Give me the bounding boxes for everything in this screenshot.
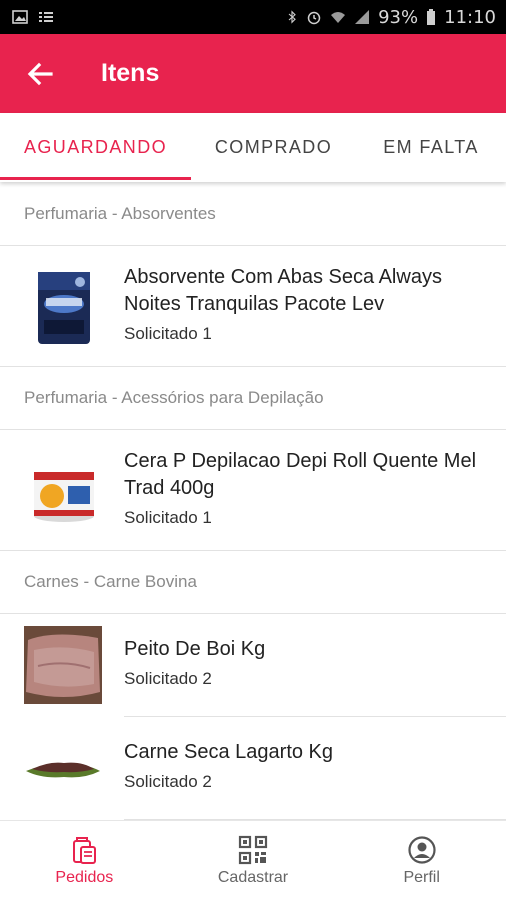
section-header: Carnes - Carne Bovina	[0, 550, 506, 614]
app-bar: Itens	[0, 34, 506, 113]
nav-label: Cadastrar	[217, 869, 289, 886]
item-quantity: Solicitado 2	[124, 669, 212, 688]
item-info: Peito De Boi Kg Solicitado 2	[124, 636, 486, 689]
product-image-peito-de-boi	[24, 626, 102, 704]
back-button[interactable]	[0, 34, 80, 113]
item-name: Cera P Depilacao Depi Roll Quente Mel Tr…	[124, 450, 477, 499]
nav-perfil[interactable]: Perfil	[337, 821, 506, 901]
tab-indicator	[0, 177, 191, 180]
item-info: Cera P Depilacao Depi Roll Quente Mel Tr…	[124, 448, 486, 528]
status-bar: 93% 11:10	[0, 0, 506, 34]
item-info: Carne Seca Lagarto Kg Solicitado 2	[124, 739, 486, 792]
product-image-cera	[34, 472, 94, 522]
battery-percent: 93%	[378, 6, 419, 28]
orders-icon	[73, 837, 97, 864]
qr-code-icon	[238, 835, 268, 865]
item-quantity: Solicitado 2	[124, 772, 212, 791]
signal-icon	[355, 10, 370, 24]
bottom-navigation: Pedidos Cadastrar Perfil	[0, 820, 506, 901]
image-notification-icon	[12, 10, 28, 24]
section-header: Perfumaria - Absorventes	[0, 182, 506, 246]
item-name: Carne Seca Lagarto Kg	[124, 741, 334, 763]
list-notification-icon	[39, 12, 53, 22]
nav-pedidos[interactable]: Pedidos	[0, 821, 169, 901]
product-image-absorvente	[38, 272, 90, 344]
arrow-back-icon	[27, 62, 53, 85]
tab-aguardando[interactable]: AGUARDANDO	[0, 113, 191, 182]
items-list[interactable]: Perfumaria - Absorventes Absorvente Com …	[0, 182, 506, 820]
nav-label: Perfil	[403, 869, 440, 886]
item-name: Absorvente Com Abas Seca Always Noites T…	[124, 266, 442, 315]
tab-bar: AGUARDANDO COMPRADO EM FALTA	[0, 113, 506, 182]
tab-comprado[interactable]: COMPRADO	[191, 113, 356, 182]
list-item[interactable]: Peito De Boi Kg Solicitado 2	[0, 614, 506, 716]
alarm-icon	[307, 11, 321, 25]
wifi-icon	[331, 12, 346, 23]
bluetooth-icon	[288, 10, 296, 24]
item-quantity: Solicitado 1	[124, 324, 212, 343]
status-bar-left	[12, 10, 54, 24]
clock: 11:10	[444, 6, 496, 28]
list-item[interactable]: Absorvente Com Abas Seca Always Noites T…	[0, 246, 506, 366]
status-bar-right: 93% 11:10	[286, 7, 496, 28]
battery-icon	[427, 9, 436, 25]
product-image-carne-seca	[26, 762, 100, 778]
list-item[interactable]: Carne Seca Lagarto Kg Solicitado 2	[0, 717, 506, 819]
item-quantity: Solicitado 1	[124, 508, 212, 527]
profile-icon	[408, 836, 436, 864]
item-info: Absorvente Com Abas Seca Always Noites T…	[124, 264, 486, 344]
item-name: Peito De Boi Kg	[124, 638, 266, 660]
nav-label: Pedidos	[55, 869, 114, 886]
section-header: Perfumaria - Acessórios para Depilação	[0, 366, 506, 430]
page-title: Itens	[101, 59, 160, 87]
list-item[interactable]: Cera P Depilacao Depi Roll Quente Mel Tr…	[0, 430, 506, 550]
nav-cadastrar[interactable]: Cadastrar	[169, 821, 338, 901]
tab-em-falta[interactable]: EM FALTA	[356, 113, 506, 182]
